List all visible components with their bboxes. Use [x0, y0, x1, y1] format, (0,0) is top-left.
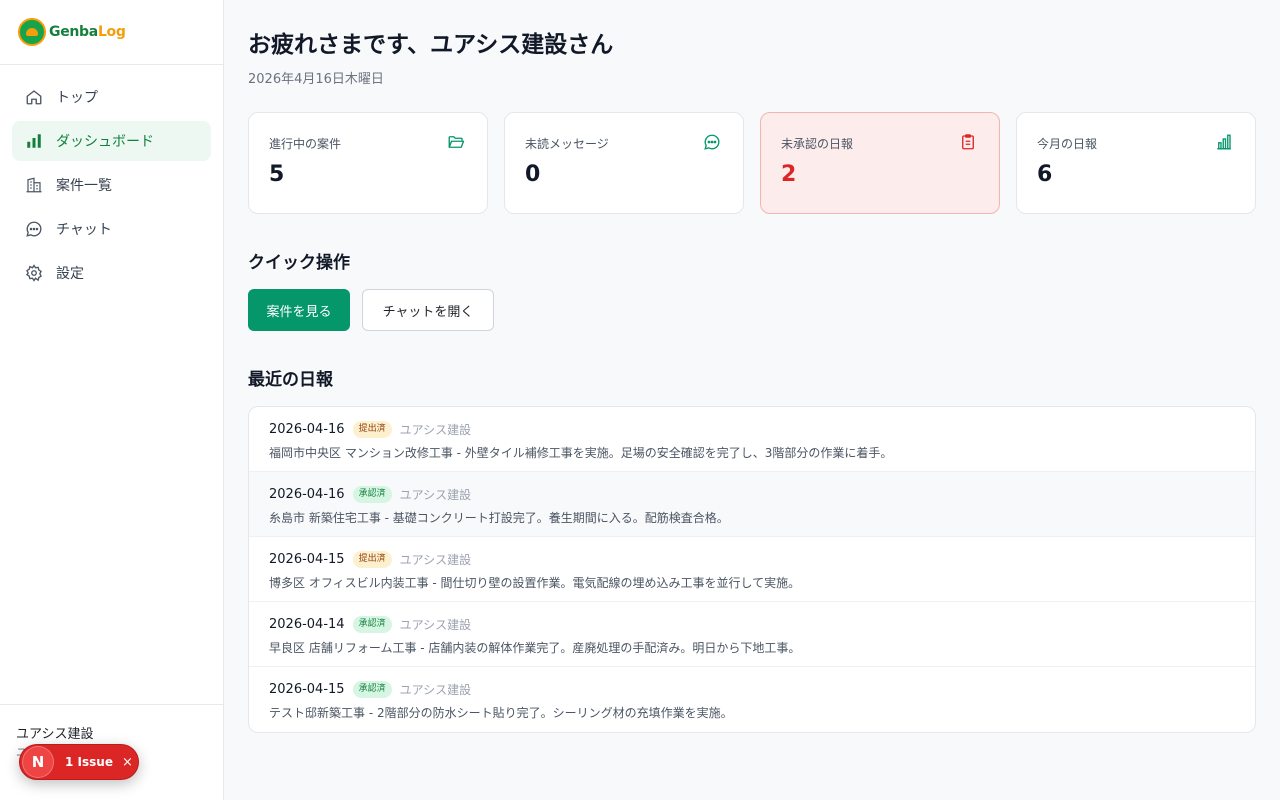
- logo[interactable]: GenbaLog: [0, 0, 223, 65]
- report-company: ユアシス建設: [399, 618, 472, 632]
- chat-icon: [24, 219, 44, 239]
- close-icon[interactable]: ×: [122, 755, 133, 770]
- report-summary: 早良区 店舗リフォーム工事 - 店舗内装の解体作業完了。産廃処理の手配済み。明日…: [269, 641, 801, 655]
- sidebar-item-label: 案件一覧: [56, 178, 112, 194]
- page-title: お疲れさまです、ユアシス建設さん: [248, 32, 614, 58]
- sidebar: GenbaLog トップ ダッシュボード 案件一覧 チャット 設定 ユアシス建設: [0, 0, 224, 800]
- gear-icon: [24, 263, 44, 283]
- current-date: 2026年4月16日木曜日: [248, 72, 384, 87]
- stat-value: 0: [525, 162, 541, 187]
- list-item[interactable]: 2026-04-15 提出済 ユアシス建設 博多区 オフィスビル内装工事 - 間…: [249, 537, 1255, 602]
- list-item[interactable]: 2026-04-15 承認済 ユアシス建設 テスト邸新築工事 - 2階部分の防水…: [249, 667, 1255, 732]
- sidebar-item-settings[interactable]: 設定: [12, 253, 211, 293]
- sidebar-item-top[interactable]: トップ: [12, 77, 211, 117]
- issue-badge[interactable]: N 1 Issue ×: [19, 744, 139, 780]
- view-projects-button[interactable]: 案件を見る: [248, 289, 350, 331]
- stat-label: 未読メッセージ: [525, 137, 609, 151]
- stat-card-pending-reports[interactable]: 未承認の日報 2: [760, 112, 1000, 214]
- building-icon: [24, 175, 44, 195]
- stat-value: 5: [269, 162, 285, 187]
- report-company: ユアシス建設: [399, 553, 472, 567]
- stat-value: 6: [1037, 162, 1053, 187]
- clipboard-icon: [959, 133, 979, 153]
- list-item[interactable]: 2026-04-14 承認済 ユアシス建設 早良区 店舗リフォーム工事 - 店舗…: [249, 602, 1255, 667]
- sidebar-item-label: トップ: [56, 90, 98, 106]
- report-date: 2026-04-16: [269, 422, 345, 437]
- bar-chart-icon: [24, 131, 44, 151]
- chat-bubble-icon: [703, 133, 723, 153]
- report-summary: 博多区 オフィスビル内装工事 - 間仕切り壁の設置作業。電気配線の埋め込み工事を…: [269, 576, 801, 590]
- main-content: お疲れさまです、ユアシス建設さん 2026年4月16日木曜日 進行中の案件 5 …: [248, 0, 1256, 733]
- recent-reports-list: 2026-04-16 提出済 ユアシス建設 福岡市中央区 マンション改修工事 -…: [248, 406, 1256, 733]
- status-badge: 承認済: [352, 616, 392, 633]
- report-summary: 糸島市 新築住宅工事 - 基礎コンクリート打設完了。養生期間に入る。配筋検査合格…: [269, 511, 729, 525]
- home-icon: [24, 87, 44, 107]
- logo-text: GenbaLog: [49, 24, 126, 40]
- sidebar-item-label: チャット: [56, 222, 112, 238]
- stat-value: 2: [781, 162, 797, 187]
- report-company: ユアシス建設: [399, 488, 472, 502]
- report-date: 2026-04-14: [269, 617, 345, 632]
- status-badge: 承認済: [352, 681, 392, 698]
- report-date: 2026-04-16: [269, 487, 345, 502]
- sidebar-nav: トップ ダッシュボード 案件一覧 チャット 設定: [0, 65, 223, 309]
- stat-label: 進行中の案件: [269, 137, 342, 151]
- logo-icon: [18, 18, 46, 46]
- report-date: 2026-04-15: [269, 552, 345, 567]
- report-company: ユアシス建設: [399, 423, 472, 437]
- sidebar-item-projects[interactable]: 案件一覧: [12, 165, 211, 205]
- report-summary: テスト邸新築工事 - 2階部分の防水シート貼り完了。シーリング材の充填作業を実施…: [269, 706, 733, 720]
- bar-chart-icon: [1215, 133, 1235, 153]
- status-badge: 提出済: [352, 551, 392, 568]
- report-company: ユアシス建設: [399, 683, 472, 697]
- open-chat-button[interactable]: チャットを開く: [362, 289, 494, 331]
- stat-label: 未承認の日報: [781, 137, 854, 151]
- stat-label: 今月の日報: [1037, 137, 1098, 151]
- sidebar-item-chat[interactable]: チャット: [12, 209, 211, 249]
- company-name: ユアシス建設: [16, 727, 94, 742]
- issue-avatar: N: [22, 746, 54, 778]
- issue-label: 1 Issue: [65, 755, 113, 769]
- list-item[interactable]: 2026-04-16 承認済 ユアシス建設 糸島市 新築住宅工事 - 基礎コンク…: [249, 472, 1255, 537]
- sidebar-item-label: ダッシュボード: [56, 134, 154, 150]
- quick-actions: 案件を見る チャットを開く: [248, 289, 1256, 331]
- status-badge: 提出済: [352, 421, 392, 438]
- stat-card-unread-messages[interactable]: 未読メッセージ 0: [504, 112, 744, 214]
- sidebar-item-label: 設定: [56, 266, 84, 282]
- list-item[interactable]: 2026-04-16 提出済 ユアシス建設 福岡市中央区 マンション改修工事 -…: [249, 407, 1255, 472]
- stats-row: 進行中の案件 5 未読メッセージ 0 未承認の日報 2 今月の日報 6: [248, 112, 1256, 214]
- report-date: 2026-04-15: [269, 682, 345, 697]
- report-summary: 福岡市中央区 マンション改修工事 - 外壁タイル補修工事を実施。足場の安全確認を…: [269, 446, 893, 460]
- stat-card-monthly-reports[interactable]: 今月の日報 6: [1016, 112, 1256, 214]
- sidebar-item-dashboard[interactable]: ダッシュボード: [12, 121, 211, 161]
- recent-reports-title: 最近の日報: [248, 370, 333, 390]
- quick-actions-title: クイック操作: [248, 253, 350, 273]
- folder-open-icon: [447, 133, 467, 153]
- stat-card-active-projects[interactable]: 進行中の案件 5: [248, 112, 488, 214]
- status-badge: 承認済: [352, 486, 392, 503]
